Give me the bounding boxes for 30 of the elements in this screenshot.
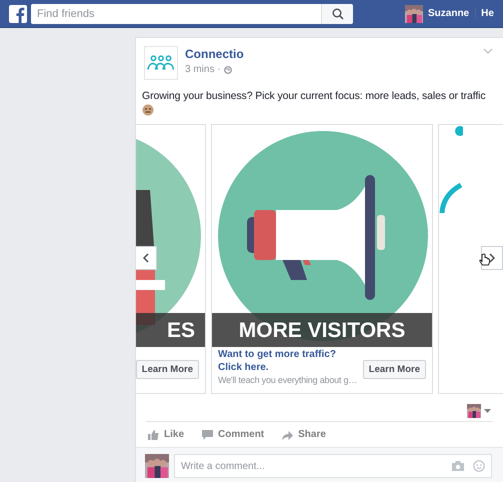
share-arrow-icon bbox=[282, 430, 294, 440]
comment-button[interactable]: Comment bbox=[202, 429, 264, 440]
chevron-right-icon bbox=[489, 253, 495, 263]
like-button[interactable]: Like bbox=[148, 429, 184, 440]
previous-button[interactable] bbox=[136, 246, 157, 270]
share-button[interactable]: Share bbox=[282, 429, 326, 440]
search-button[interactable] bbox=[321, 4, 353, 24]
emoji-icon bbox=[142, 104, 154, 116]
page-logo[interactable] bbox=[144, 46, 178, 80]
user-avatar bbox=[405, 4, 423, 22]
image-caption: ES bbox=[136, 313, 205, 347]
caret-down-icon[interactable] bbox=[484, 409, 491, 413]
chevron-left-icon bbox=[143, 253, 149, 263]
author-name[interactable]: Connectio bbox=[185, 47, 244, 61]
learn-more-button[interactable]: Learn More bbox=[136, 360, 199, 379]
viewer-avatar bbox=[467, 404, 481, 418]
nav-link[interactable]: He bbox=[475, 8, 494, 19]
post-text: Growing your business? Pick your current focus: more leads, sales or traffic bbox=[142, 90, 486, 102]
card-headline-link[interactable]: Want to get more traffic? Click here. bbox=[218, 348, 359, 374]
search-icon bbox=[332, 8, 344, 20]
thumbs-up-icon bbox=[148, 430, 159, 440]
card-description: We'll teach you everything about g… bbox=[218, 374, 358, 387]
logo-icon[interactable] bbox=[9, 4, 27, 22]
user-name[interactable]: Suzanne bbox=[428, 8, 470, 19]
learn-more-button[interactable]: Learn More bbox=[362, 360, 426, 379]
search-field[interactable]: Find friends bbox=[31, 4, 321, 24]
image-caption: MORE VISITORS bbox=[212, 313, 432, 347]
speech-bubble-icon bbox=[202, 430, 214, 440]
commenter-avatar bbox=[145, 454, 169, 478]
hand-cursor-icon bbox=[479, 253, 490, 266]
